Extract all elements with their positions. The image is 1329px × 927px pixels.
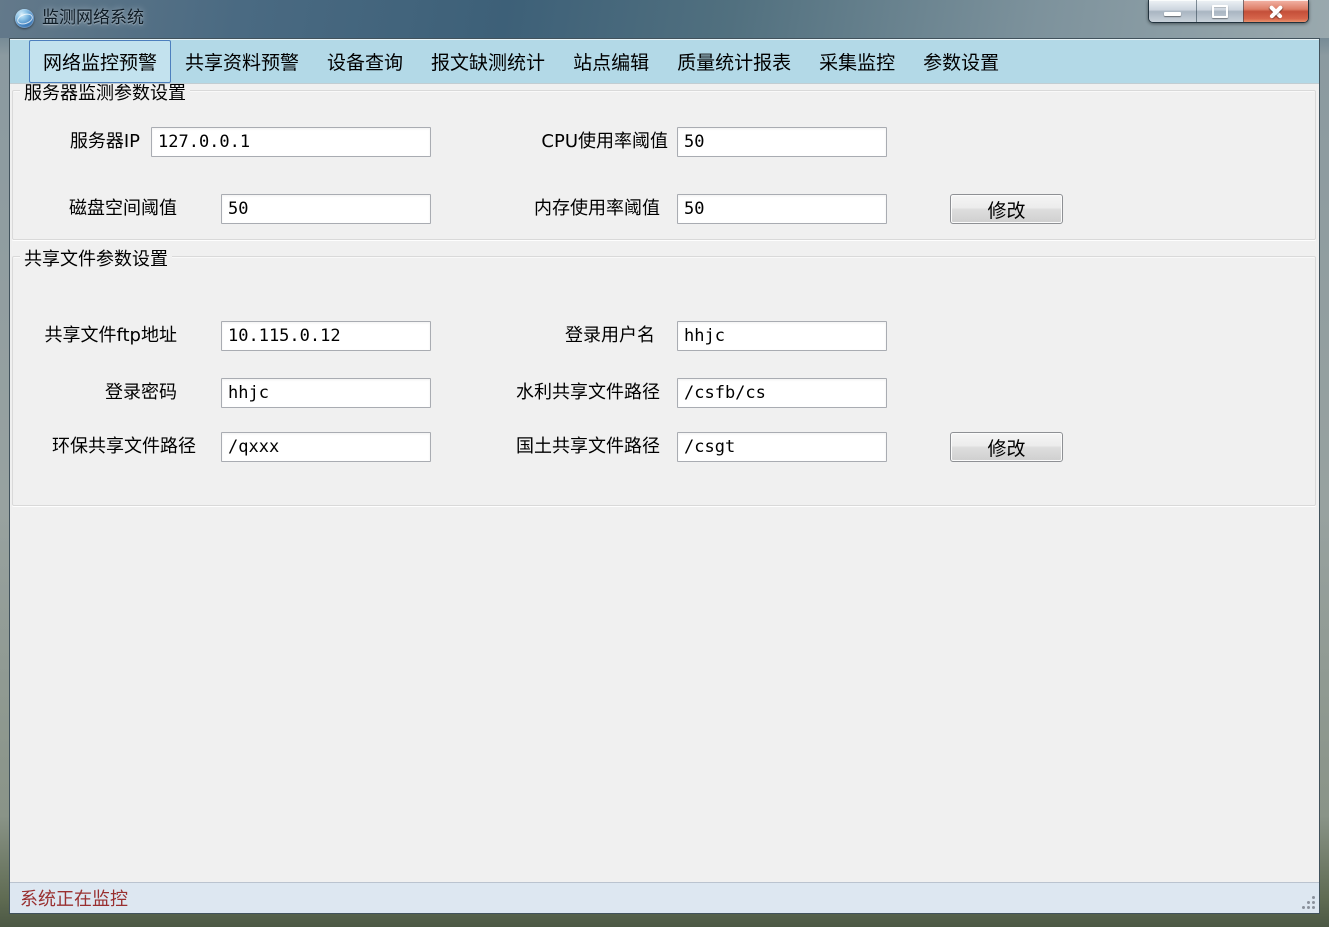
memory-threshold-label: 内存使用率阈值 — [460, 194, 660, 224]
server-ip-label: 服务器IP — [10, 127, 140, 157]
maximize-icon — [1212, 5, 1228, 18]
cpu-threshold-input[interactable] — [677, 127, 887, 157]
server-params-groupbox: 服务器监测参数设置 — [12, 90, 1316, 240]
tab-collection-monitor[interactable]: 采集监控 — [805, 40, 909, 83]
memory-threshold-input[interactable] — [677, 194, 887, 224]
maximize-button[interactable] — [1196, 0, 1243, 22]
login-password-input[interactable] — [221, 378, 431, 408]
disk-threshold-label: 磁盘空间阈值 — [10, 194, 177, 224]
resize-grip-icon[interactable] — [1301, 895, 1316, 910]
ftp-address-input[interactable] — [221, 321, 431, 351]
water-share-path-label: 水利共享文件路径 — [460, 378, 660, 408]
tab-missing-report-stats[interactable]: 报文缺测统计 — [417, 40, 559, 83]
status-bar: 系统正在监控 — [10, 882, 1319, 913]
disk-threshold-input[interactable] — [221, 194, 431, 224]
share-params-group-title: 共享文件参数设置 — [20, 245, 172, 271]
tab-parameter-settings[interactable]: 参数设置 — [909, 40, 1013, 83]
env-share-path-label: 环保共享文件路径 — [10, 432, 196, 462]
ftp-address-label: 共享文件ftp地址 — [10, 321, 177, 351]
close-icon — [1268, 4, 1284, 18]
minimize-button[interactable] — [1149, 0, 1196, 22]
tab-network-monitor-warning[interactable]: 网络监控预警 — [29, 40, 171, 83]
land-share-path-label: 国土共享文件路径 — [460, 432, 660, 462]
titlebar[interactable]: 监测网络系统 — [0, 0, 1329, 38]
tab-device-query[interactable]: 设备查询 — [313, 40, 417, 83]
water-share-path-input[interactable] — [677, 378, 887, 408]
app-window: 监测网络系统 网络监控预警 共享资料预警 设备查询 报文缺测统计 站点编辑 质量… — [0, 0, 1329, 927]
tab-bar: 网络监控预警 共享资料预警 设备查询 报文缺测统计 站点编辑 质量统计报表 采集… — [10, 39, 1319, 84]
minimize-icon — [1164, 12, 1181, 16]
cpu-threshold-label: CPU使用率阈值 — [468, 127, 668, 157]
share-modify-button[interactable]: 修改 — [950, 432, 1063, 462]
share-params-groupbox: 共享文件参数设置 — [12, 256, 1316, 506]
tab-quality-report[interactable]: 质量统计报表 — [663, 40, 805, 83]
status-text: 系统正在监控 — [20, 885, 128, 911]
land-share-path-input[interactable] — [677, 432, 887, 462]
env-share-path-input[interactable] — [221, 432, 431, 462]
server-ip-input[interactable] — [151, 127, 431, 157]
window-title: 监测网络系统 — [42, 0, 144, 38]
globe-icon — [15, 9, 34, 28]
login-password-label: 登录密码 — [10, 378, 177, 408]
server-params-group-title: 服务器监测参数设置 — [20, 84, 190, 105]
tab-shared-data-warning[interactable]: 共享资料预警 — [171, 40, 313, 83]
client-area: 网络监控预警 共享资料预警 设备查询 报文缺测统计 站点编辑 质量统计报表 采集… — [9, 38, 1320, 914]
caption-buttons — [1148, 0, 1309, 23]
login-username-input[interactable] — [677, 321, 887, 351]
login-username-label: 登录用户名 — [455, 321, 655, 351]
close-button[interactable] — [1243, 0, 1308, 22]
main-content: 服务器监测参数设置 服务器IP CPU使用率阈值 磁盘空间阈值 内存使用率阈值 … — [10, 84, 1319, 882]
server-modify-button[interactable]: 修改 — [950, 194, 1063, 224]
tab-site-edit[interactable]: 站点编辑 — [559, 40, 663, 83]
